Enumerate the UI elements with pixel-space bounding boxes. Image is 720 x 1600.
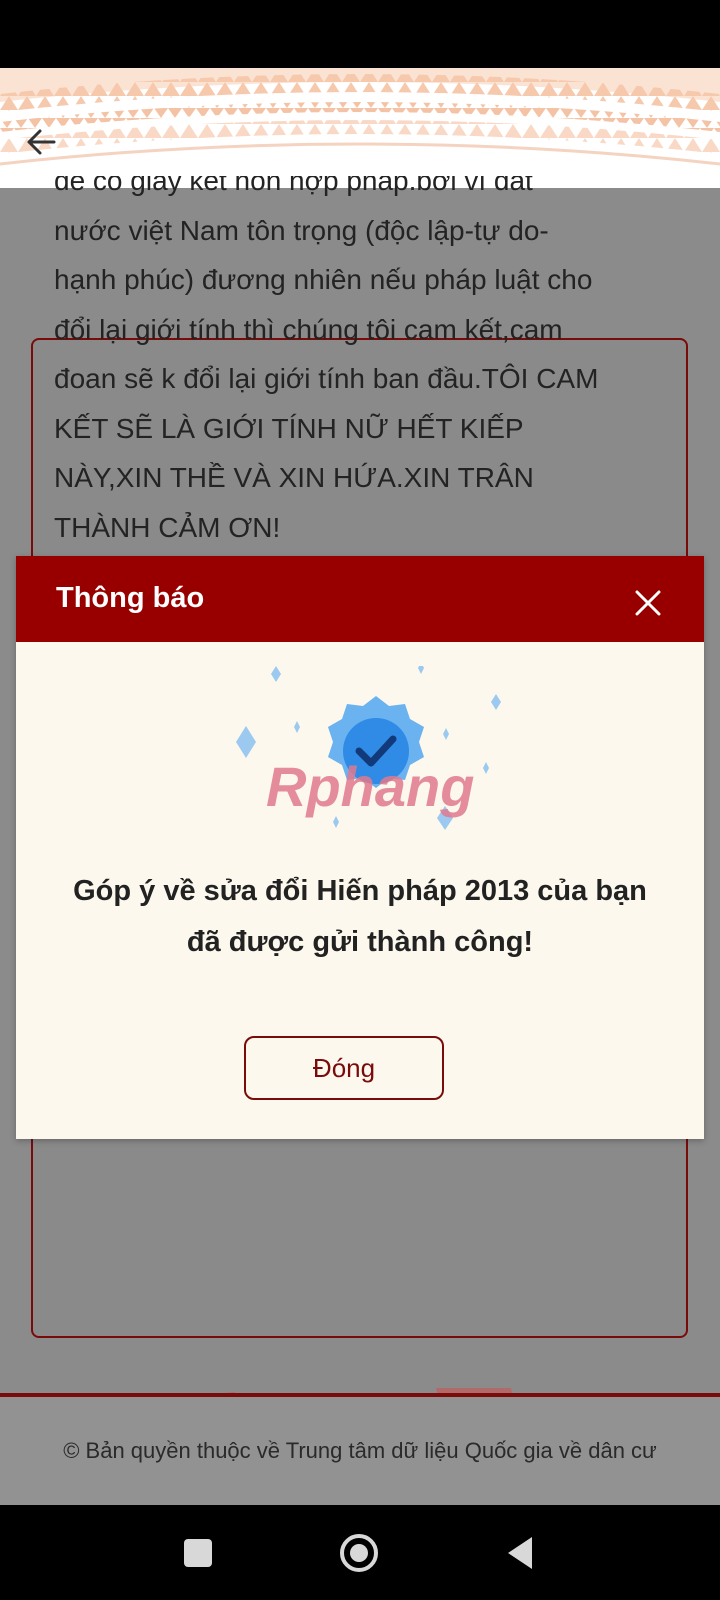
- copyright-text: © Bản quyền thuộc về Trung tâm dữ liệu Q…: [63, 1438, 657, 1463]
- verified-badge-icon: Rphang: [236, 666, 501, 830]
- feedback-text: để có giấy kết hôn hợp pháp.bởi vì đất n…: [54, 176, 684, 552]
- header-drum-pattern: [0, 68, 720, 188]
- dialog-title: Thông báo: [56, 582, 205, 614]
- feedback-text-content: để có giấy kết hôn hợp pháp.bởi vì đất n…: [54, 176, 599, 543]
- arrow-left-icon[interactable]: [20, 120, 64, 164]
- status-bar: [0, 0, 720, 68]
- circle-icon[interactable]: [339, 1533, 379, 1573]
- close-button[interactable]: Đóng: [244, 1036, 444, 1100]
- system-nav-bar: [0, 1505, 720, 1600]
- notification-dialog: Thông báo Rphang Góp ý về sửa đổi Hiến p…: [16, 556, 704, 1139]
- dialog-header: Thông báo: [16, 556, 704, 642]
- success-message: Góp ý về sửa đổi Hiến pháp 2013 của bạn …: [73, 875, 647, 958]
- triangle-back-icon[interactable]: [502, 1533, 542, 1573]
- close-icon[interactable]: [633, 588, 663, 618]
- square-icon[interactable]: [178, 1533, 218, 1573]
- app-header: [0, 68, 720, 188]
- watermark-text: Rphang: [266, 755, 474, 818]
- footer: © Bản quyền thuộc về Trung tâm dữ liệu Q…: [0, 1397, 720, 1505]
